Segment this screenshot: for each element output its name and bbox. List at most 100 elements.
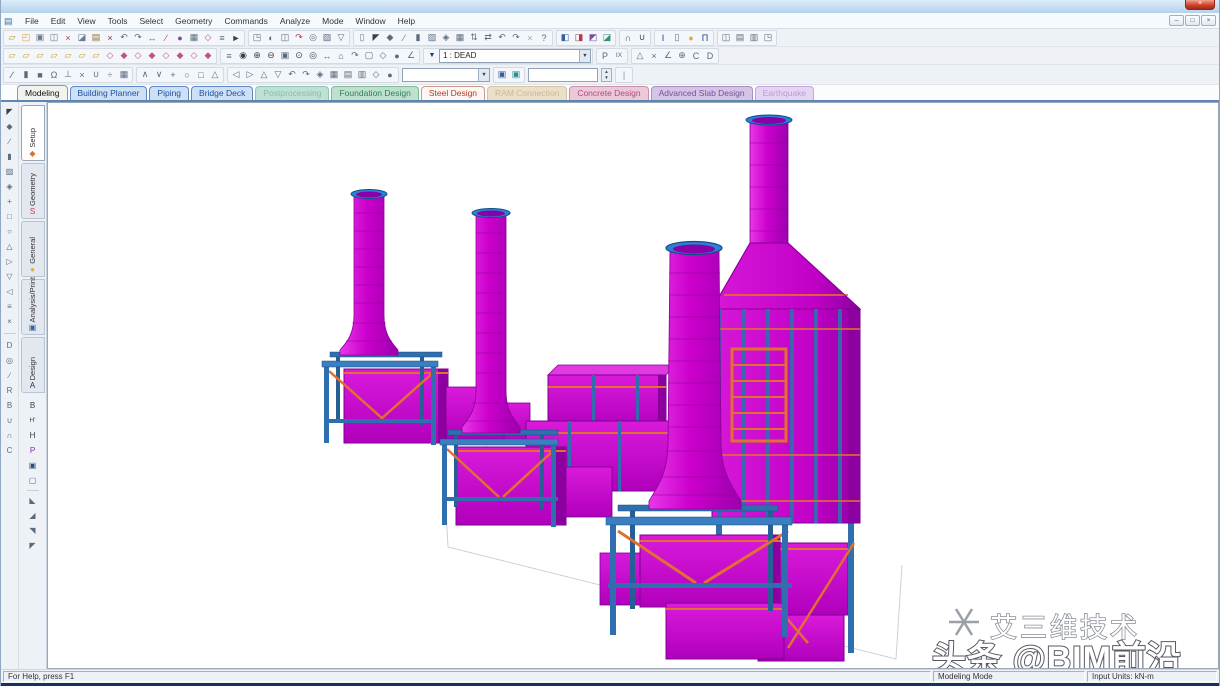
new-window-icon[interactable]: ◫ <box>719 31 733 45</box>
menu-mode[interactable]: Mode <box>316 15 349 27</box>
spring-support-icon[interactable]: ◇ <box>103 49 117 63</box>
node-cursor-icon[interactable]: ◆ <box>383 31 397 45</box>
model-viewport[interactable]: 艾三维技术 头条 @BIM前沿 <box>47 102 1219 669</box>
view-up-icon[interactable]: △ <box>257 68 271 82</box>
beam-perpendicular-icon[interactable]: ▱ <box>61 49 75 63</box>
side-view-icon[interactable]: ▥ <box>355 68 369 82</box>
stepper-down-icon[interactable]: ▼ <box>602 75 611 81</box>
zoom-window-icon[interactable]: ▣ <box>278 49 292 63</box>
axes-toggle-icon[interactable]: ∠ <box>661 49 675 63</box>
orientation-sw-icon[interactable]: ◣ <box>26 494 39 507</box>
units-display-icon[interactable]: ▣ <box>509 68 523 82</box>
plan-view-icon[interactable]: ▦ <box>327 68 341 82</box>
snap-node-plate-icon[interactable]: ▱ <box>19 49 33 63</box>
paste-icon[interactable]: ▤ <box>89 31 103 45</box>
tab-postprocessing[interactable]: Postprocessing <box>255 86 329 100</box>
view-left-icon[interactable]: ◁ <box>229 68 243 82</box>
member-offset-icon[interactable]: H' <box>26 414 39 427</box>
triangle-tool-icon[interactable]: △ <box>3 240 16 253</box>
section-icon[interactable]: ▢ <box>26 474 39 487</box>
delete-load-icon[interactable]: × <box>647 49 661 63</box>
menu-file[interactable]: File <box>19 15 45 27</box>
triangle-support-icon[interactable]: △ <box>633 49 647 63</box>
tab-steel-design[interactable]: Steel Design <box>421 86 485 100</box>
add-beam-icon[interactable]: ∕ <box>5 68 19 82</box>
dynamic-zoom-icon[interactable]: ⊙ <box>292 49 306 63</box>
snap-grid-icon[interactable]: ▦ <box>187 31 201 45</box>
tile-horizontal-icon[interactable]: ▤ <box>733 31 747 45</box>
cascade-windows-icon[interactable]: ◳ <box>761 31 775 45</box>
curve-bottom-icon[interactable]: ∪ <box>635 31 649 45</box>
snap-node-solid-icon[interactable]: ▱ <box>33 49 47 63</box>
menu-select[interactable]: Select <box>133 15 169 27</box>
insert-node-icon[interactable]: ◇ <box>201 31 215 45</box>
filter-loadcase-icon[interactable]: ▼ <box>425 49 439 63</box>
add-node-tool-icon[interactable]: + <box>3 195 16 208</box>
solid-cursor-icon[interactable]: ◈ <box>439 31 453 45</box>
beta-angle-icon[interactable]: B <box>26 399 39 412</box>
mdi-restore-button[interactable]: □ <box>1185 15 1200 26</box>
plate-query-icon[interactable]: ◩ <box>586 31 600 45</box>
grid-settings-icon[interactable]: ▦ <box>117 68 131 82</box>
dimension-tool-icon[interactable]: D <box>3 339 16 352</box>
pan-right-tool-icon[interactable]: ▷ <box>3 255 16 268</box>
view-down-icon[interactable]: ▽ <box>271 68 285 82</box>
material-icon[interactable]: ▣ <box>26 459 39 472</box>
dimension-load-icon[interactable]: D <box>703 49 717 63</box>
menu-geometry[interactable]: Geometry <box>169 15 218 27</box>
snap-node-beam-icon[interactable]: ▱ <box>5 49 19 63</box>
view-combo[interactable]: ▼ <box>402 68 490 82</box>
query-help-icon[interactable]: ? <box>537 31 551 45</box>
load-list-icon[interactable]: IX <box>612 49 626 63</box>
move-icon[interactable]: ↔ <box>145 31 159 45</box>
tab-modeling[interactable]: Modeling <box>17 85 68 100</box>
pointer-cursor-icon[interactable]: ◤ <box>3 105 16 118</box>
menu-help[interactable]: Help <box>392 15 421 27</box>
break-beam-icon[interactable]: ÷ <box>103 68 117 82</box>
expand-tree-icon[interactable]: ⇄ <box>481 31 495 45</box>
new-file-icon[interactable]: ▱ <box>5 31 19 45</box>
mode-tab-geometry[interactable]: GeometryS <box>21 163 45 219</box>
menu-window[interactable]: Window <box>349 15 391 27</box>
orientation-ne-icon[interactable]: ◥ <box>26 524 39 537</box>
plates-select-icon[interactable]: ▮ <box>3 150 16 163</box>
curve-top-icon[interactable]: ∩ <box>621 31 635 45</box>
master-slave-icon[interactable]: ◇ <box>187 49 201 63</box>
tab-concrete-design[interactable]: Concrete Design <box>569 86 648 100</box>
mirror-icon[interactable]: ◫ <box>278 31 292 45</box>
erase-tool-icon[interactable]: × <box>3 315 16 328</box>
orientation-se-icon[interactable]: ◢ <box>26 509 39 522</box>
cut-icon[interactable]: × <box>61 31 75 45</box>
calculator-icon[interactable]: Π <box>698 31 712 45</box>
value-stepper[interactable]: ▲ ▼ <box>601 68 612 82</box>
list-tool-icon[interactable]: ≡ <box>3 300 16 313</box>
member-height-icon[interactable]: H <box>26 429 39 442</box>
load-page-icon[interactable]: P <box>598 49 612 63</box>
intersect-beams-icon[interactable]: × <box>75 68 89 82</box>
front-view-icon[interactable]: ▤ <box>341 68 355 82</box>
select-polygon-icon[interactable]: △ <box>208 68 222 82</box>
chevron-down-icon[interactable]: ▼ <box>478 69 489 81</box>
menu-analyze[interactable]: Analyze <box>274 15 316 27</box>
check-node-icon[interactable]: ◆ <box>201 49 215 63</box>
page-view-icon[interactable]: ▯ <box>355 31 369 45</box>
rotate-right-icon[interactable]: ↷ <box>299 68 313 82</box>
zoom-box-tool-icon[interactable]: □ <box>3 210 16 223</box>
select-circle-icon[interactable]: ○ <box>180 68 194 82</box>
geometry-cursor-icon[interactable]: ▦ <box>453 31 467 45</box>
rotate-left-icon[interactable]: ↶ <box>285 68 299 82</box>
zoom-out-icon[interactable]: ⊖ <box>264 49 278 63</box>
pan-down-tool-icon[interactable]: ▽ <box>3 270 16 283</box>
run-arrow-icon[interactable]: ► <box>229 31 243 45</box>
chevron-down-icon[interactable]: ▼ <box>579 50 590 62</box>
window-close-button[interactable]: × <box>1185 0 1215 10</box>
tab-building-planner[interactable]: Building Planner <box>70 86 148 100</box>
tab-piping[interactable]: Piping <box>149 86 189 100</box>
member-query-icon[interactable]: ◧ <box>558 31 572 45</box>
connect-beams-icon[interactable]: ∪ <box>89 68 103 82</box>
tab-ram-connection[interactable]: RAM Connection <box>487 86 567 100</box>
menu-edit[interactable]: Edit <box>45 15 72 27</box>
arc-tool-icon[interactable]: ∩ <box>3 429 16 442</box>
circle-tool-icon[interactable]: ○ <box>3 225 16 238</box>
undo-icon[interactable]: ↶ <box>117 31 131 45</box>
